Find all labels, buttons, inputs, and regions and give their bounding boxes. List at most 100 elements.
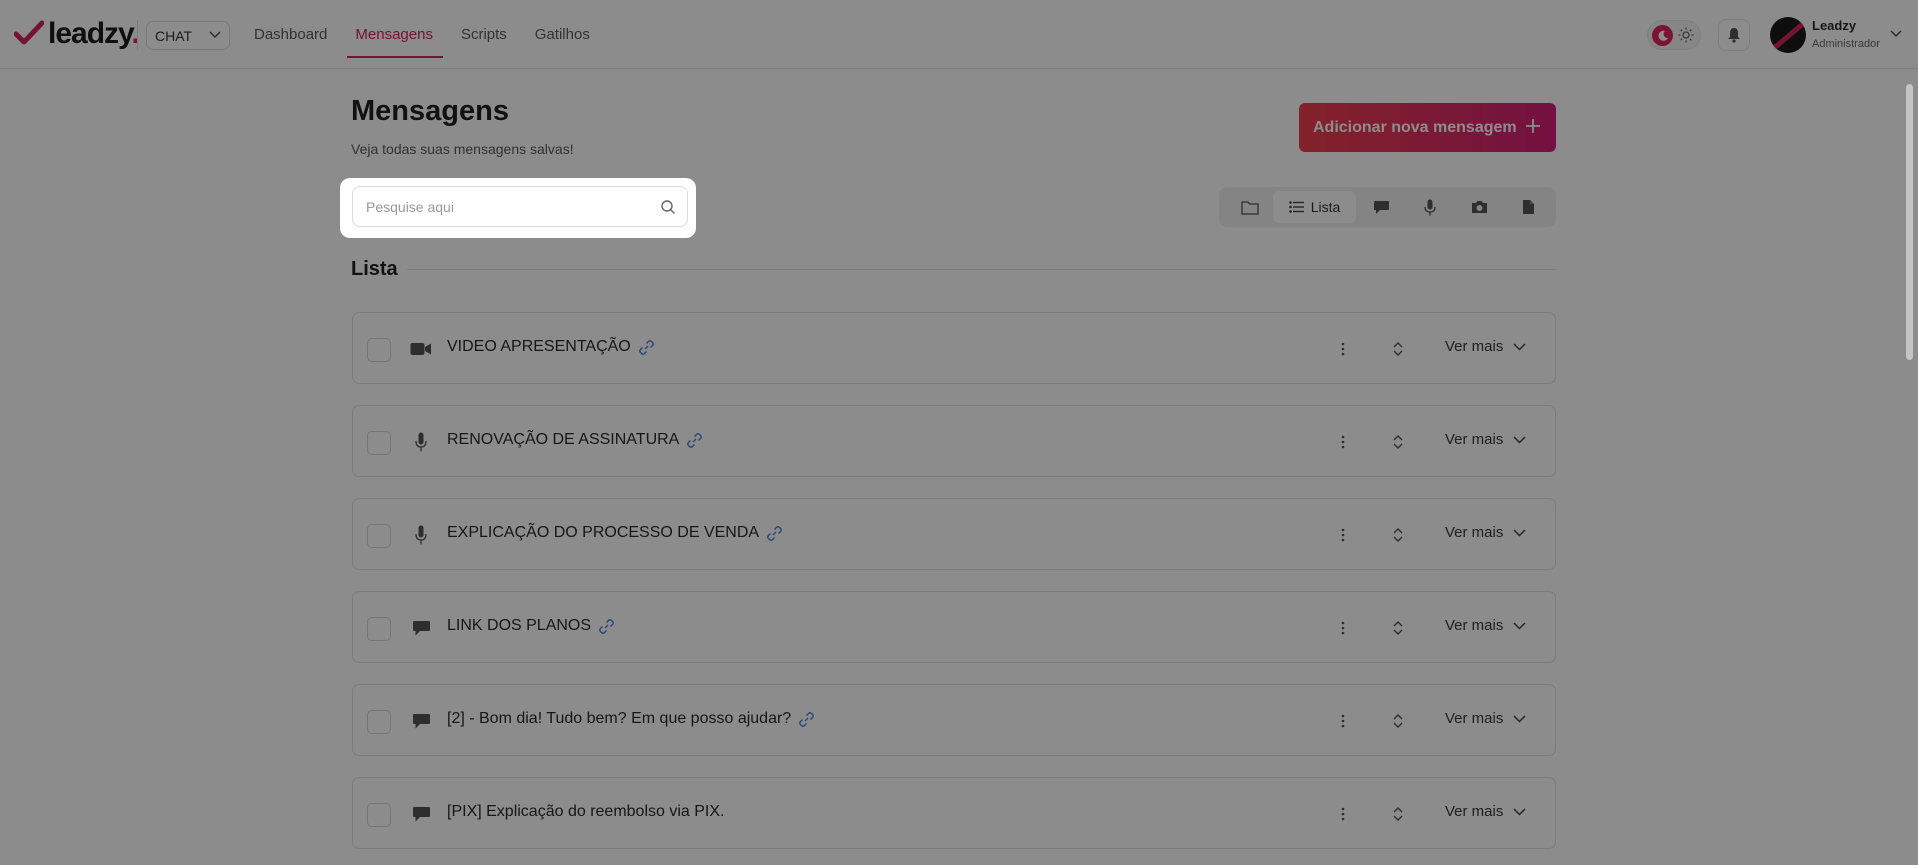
reorder-icon[interactable] [1388,524,1408,546]
see-more-label: Ver mais [1445,338,1504,355]
see-more-button[interactable]: Ver mais [1445,803,1526,820]
chevron-down-icon [1513,342,1526,351]
link-icon[interactable] [687,432,703,448]
check-logo-icon [14,20,44,45]
folder-icon [1241,200,1259,215]
message-title[interactable]: VIDEO APRESENTAÇÃO [447,338,654,356]
more-options-icon[interactable] [1333,803,1353,825]
see-more-label: Ver mais [1445,617,1504,634]
chevron-down-icon[interactable] [1890,30,1902,38]
list-item[interactable]: [2] - Bom dia! Tudo bem? Em que posso aj… [352,684,1556,756]
link-icon[interactable] [767,525,783,541]
main-nav: Dashboard Mensagens Scripts Gatilhos [254,0,618,69]
list-item[interactable]: LINK DOS PLANOS Ver mais [352,591,1556,663]
see-more-label: Ver mais [1445,431,1504,448]
microphone-icon [1424,199,1436,215]
more-options-icon[interactable] [1333,710,1353,732]
view-switch: Lista [1219,187,1556,227]
add-message-button[interactable]: Adicionar nova mensagem [1299,103,1556,152]
see-more-button[interactable]: Ver mais [1445,617,1526,634]
list-view-button[interactable]: Lista [1273,191,1356,223]
list-item[interactable]: EXPLICAÇÃO DO PROCESSO DE VENDA Ver mais [352,498,1556,570]
chevron-down-icon [1513,807,1526,816]
chevron-down-icon [1513,714,1526,723]
list-item[interactable]: [PIX] Explicação do reembolso via PIX. V… [352,777,1556,849]
reorder-icon[interactable] [1388,803,1408,825]
message-title-text: [PIX] Explicação do reembolso via PIX. [447,803,725,820]
list-section-title: Lista [351,258,398,280]
nav-gatilhos[interactable]: Gatilhos [535,0,590,69]
app-selector[interactable]: CHAT [146,21,230,50]
reorder-icon[interactable] [1388,617,1408,639]
brand-name: leadzy. [48,17,140,50]
more-options-icon[interactable] [1333,338,1353,360]
app-selector-value: CHAT [155,27,193,44]
list-item[interactable]: RENOVAÇÃO DE ASSINATURA Ver mais [352,405,1556,477]
document-filter-button[interactable] [1511,191,1545,223]
link-icon[interactable] [638,339,654,355]
reorder-icon[interactable] [1388,431,1408,453]
video-icon [409,338,433,360]
reorder-icon[interactable] [1388,338,1408,360]
avatar[interactable] [1770,17,1806,53]
row-checkbox[interactable] [367,803,391,827]
page-subtitle: Veja todas suas mensagens salvas! [351,141,574,157]
message-title[interactable]: [2] - Bom dia! Tudo bem? Em que posso aj… [447,710,815,728]
bell-icon [1728,28,1740,43]
search-icon[interactable] [660,199,676,215]
link-icon[interactable] [599,618,614,634]
link-icon[interactable] [799,711,815,727]
search-input[interactable] [353,187,633,226]
scrollbar-thumb[interactable] [1906,84,1913,360]
folder-view-button[interactable] [1233,191,1267,223]
nav-dashboard[interactable]: Dashboard [254,0,327,69]
list-item[interactable]: VIDEO APRESENTAÇÃO Ver mais [352,312,1556,384]
camera-icon [1471,201,1487,213]
notifications-button[interactable] [1718,19,1750,51]
message-icon [409,710,433,732]
divider [137,20,138,50]
message-title[interactable]: EXPLICAÇÃO DO PROCESSO DE VENDA [447,524,783,542]
row-checkbox[interactable] [367,431,391,455]
chevron-down-icon [1513,621,1526,630]
message-title-text: VIDEO APRESENTAÇÃO [447,338,631,355]
text-filter-button[interactable] [1364,191,1398,223]
theme-toggle[interactable] [1647,20,1701,50]
divider [407,269,1556,270]
message-title[interactable]: [PIX] Explicação do reembolso via PIX. [447,803,724,821]
message-title-text: RENOVAÇÃO DE ASSINATURA [447,431,680,448]
leadzy-logo[interactable]: leadzy. [14,16,140,52]
page-title: Mensagens [351,95,509,127]
user-role: Administrador [1812,38,1880,50]
message-title[interactable]: LINK DOS PLANOS [447,617,614,635]
see-more-label: Ver mais [1445,710,1504,727]
image-filter-button[interactable] [1462,191,1496,223]
audio-filter-button[interactable] [1413,191,1447,223]
nav-scripts[interactable]: Scripts [461,0,507,69]
more-options-icon[interactable] [1333,524,1353,546]
message-title-text: [2] - Bom dia! Tudo bem? Em que posso aj… [447,710,792,727]
more-options-icon[interactable] [1333,617,1353,639]
row-checkbox[interactable] [367,617,391,641]
search-field[interactable] [352,186,688,227]
message-title[interactable]: RENOVAÇÃO DE ASSINATURA [447,431,703,449]
message-icon [409,803,433,825]
see-more-label: Ver mais [1445,524,1504,541]
see-more-button[interactable]: Ver mais [1445,338,1526,355]
row-checkbox[interactable] [367,338,391,362]
row-checkbox[interactable] [367,710,391,734]
more-options-icon[interactable] [1333,431,1353,453]
message-icon [409,617,433,639]
user-name[interactable]: Leadzy [1812,18,1856,33]
see-more-label: Ver mais [1445,803,1504,820]
microphone-icon [409,431,433,453]
top-navbar: leadzy. CHAT Dashboard Mensagens Scripts… [0,0,1918,69]
see-more-button[interactable]: Ver mais [1445,431,1526,448]
add-message-label: Adicionar nova mensagem [1313,118,1517,136]
see-more-button[interactable]: Ver mais [1445,710,1526,727]
reorder-icon[interactable] [1388,710,1408,732]
see-more-button[interactable]: Ver mais [1445,524,1526,541]
plus-icon [1526,119,1540,133]
nav-mensagens[interactable]: Mensagens [347,0,443,69]
row-checkbox[interactable] [367,524,391,548]
